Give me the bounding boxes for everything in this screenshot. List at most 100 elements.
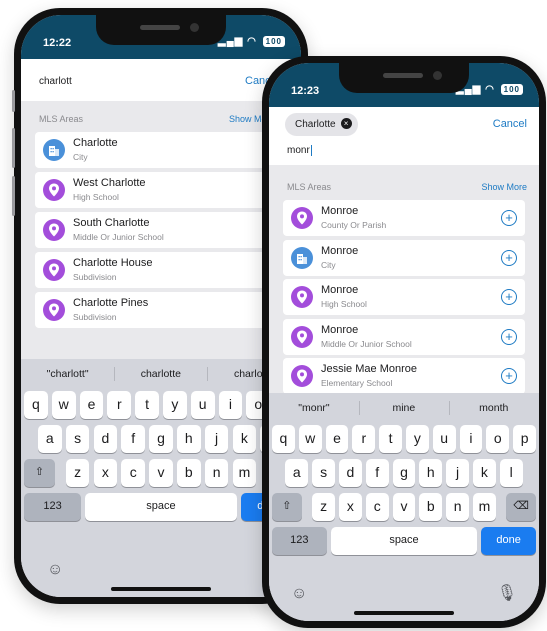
key-q[interactable]: q [272, 425, 295, 453]
map-pin-icon [291, 207, 313, 229]
suggestion-item[interactable]: mine [359, 402, 449, 414]
add-icon[interactable]: + [501, 249, 517, 266]
key-a[interactable]: a [285, 459, 309, 487]
key-w[interactable]: w [51, 391, 76, 419]
key-d[interactable]: d [93, 425, 118, 453]
space-key[interactable]: space [330, 527, 478, 555]
volume-down-button [12, 176, 15, 216]
key-h[interactable]: h [419, 459, 443, 487]
result-name: South Charlotte [73, 217, 150, 229]
key-m[interactable]: m [473, 493, 496, 521]
done-key[interactable]: done [481, 527, 536, 555]
search-input[interactable]: charlott [39, 76, 72, 87]
add-icon[interactable]: + [501, 210, 517, 226]
key-r[interactable]: r [107, 391, 132, 419]
shift-key[interactable]: ⇧ [272, 493, 302, 521]
result-name: Monroe [321, 244, 359, 257]
map-pin-icon [291, 365, 313, 387]
result-name: Jessie Mae Monroe [321, 363, 417, 375]
key-x[interactable]: x [339, 493, 362, 521]
key-v[interactable]: v [149, 459, 173, 487]
key-m[interactable]: m [232, 459, 257, 487]
home-indicator [111, 587, 211, 591]
key-f[interactable]: f [121, 425, 146, 453]
key-i[interactable]: i [218, 391, 243, 419]
key-q[interactable]: q [24, 391, 48, 419]
backspace-key[interactable]: ⌫ [506, 493, 536, 521]
key-e[interactable]: e [79, 391, 104, 419]
result-row[interactable]: Charlotte City [35, 132, 287, 168]
emoji-icon[interactable]: ☺ [47, 561, 63, 579]
key-b[interactable]: b [419, 493, 443, 521]
key-y[interactable]: y [163, 391, 187, 419]
key-i[interactable]: i [459, 425, 483, 453]
key-s[interactable]: s [65, 425, 90, 453]
microphone-icon[interactable]: 🎙 [497, 583, 517, 603]
key-g[interactable]: g [149, 425, 173, 453]
shift-key[interactable]: ⇧ [24, 459, 55, 487]
cancel-button[interactable]: Cancel [493, 118, 527, 130]
suggestion-item[interactable]: charlotte [114, 368, 207, 380]
numbers-key[interactable]: 123 [24, 493, 82, 521]
key-c[interactable]: c [365, 493, 389, 521]
result-row[interactable]: Monroe City + [283, 239, 525, 276]
key-k[interactable]: k [232, 425, 257, 453]
key-j[interactable]: j [204, 425, 229, 453]
key-z[interactable]: z [312, 493, 335, 521]
key-c[interactable]: c [121, 459, 146, 487]
key-s[interactable]: s [312, 459, 335, 487]
key-f[interactable]: f [365, 459, 389, 487]
key-u[interactable]: u [190, 391, 215, 419]
result-row[interactable]: West Charlotte High School [35, 172, 287, 208]
home-indicator [354, 611, 454, 615]
suggestion-item[interactable]: "charlott" [21, 368, 114, 380]
result-row[interactable]: Monroe High School + [283, 279, 525, 315]
result-row[interactable]: Charlotte House Subdivision [35, 252, 287, 288]
key-t[interactable]: t [379, 425, 402, 453]
key-d[interactable]: d [339, 459, 362, 487]
key-w[interactable]: w [298, 425, 322, 453]
key-h[interactable]: h [176, 425, 201, 453]
numbers-key[interactable]: 123 [272, 527, 327, 555]
key-b[interactable]: b [176, 459, 201, 487]
key-v[interactable]: v [392, 493, 416, 521]
key-p[interactable]: p [513, 425, 536, 453]
key-o[interactable]: o [486, 425, 510, 453]
key-u[interactable]: u [432, 425, 456, 453]
key-k[interactable]: k [473, 459, 496, 487]
result-row[interactable]: Monroe Middle Or Junior School + [283, 318, 525, 355]
key-n[interactable]: n [446, 493, 469, 521]
result-type: County Or Parish [321, 220, 387, 230]
filter-chip[interactable]: Charlotte × [285, 113, 358, 136]
section-label: MLS Areas [39, 114, 84, 124]
key-g[interactable]: g [392, 459, 416, 487]
result-type: Subdivision [73, 312, 117, 322]
key-z[interactable]: z [65, 459, 90, 487]
add-icon[interactable]: + [501, 328, 517, 345]
key-n[interactable]: n [204, 459, 229, 487]
key-j[interactable]: j [446, 459, 469, 487]
result-name: Charlotte [73, 137, 118, 149]
key-r[interactable]: r [352, 425, 376, 453]
key-y[interactable]: y [406, 425, 429, 453]
add-icon[interactable]: + [501, 289, 517, 305]
result-row[interactable]: Charlotte Pines Subdivision [35, 292, 287, 328]
key-a[interactable]: a [37, 425, 62, 453]
key-t[interactable]: t [135, 391, 159, 419]
emoji-icon[interactable]: ☺ [291, 585, 307, 603]
remove-chip-icon[interactable]: × [340, 118, 352, 129]
keyboard: "monr" mine month q w e r t y u i o p a s d f g h j k l ⇧ z x… [269, 393, 539, 621]
add-icon[interactable]: + [501, 368, 517, 384]
key-l[interactable]: l [499, 459, 523, 487]
suggestion-item[interactable]: month [449, 402, 539, 414]
suggestion-item[interactable]: "monr" [269, 402, 359, 414]
result-row[interactable]: Jessie Mae Monroe Elementary School + [283, 358, 525, 394]
key-x[interactable]: x [93, 459, 118, 487]
result-row[interactable]: Monroe County Or Parish + [283, 200, 525, 236]
result-row[interactable]: South Charlotte Middle Or Junior School [35, 212, 287, 248]
space-key[interactable]: space [85, 493, 237, 521]
search-input[interactable]: monr [287, 145, 312, 156]
show-more-link[interactable]: Show More [481, 182, 527, 192]
key-e[interactable]: e [325, 425, 349, 453]
suggestion-bar: "charlott" charlotte charlotte [21, 359, 301, 389]
